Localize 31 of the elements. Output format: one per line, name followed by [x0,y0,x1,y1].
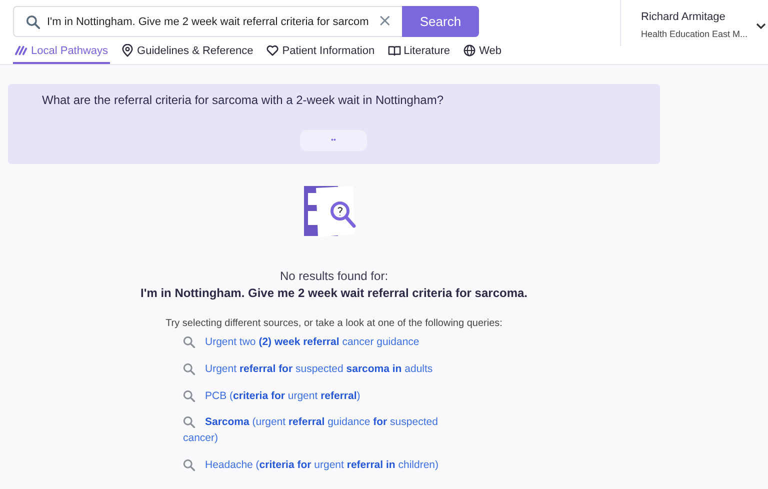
suggested-query-link[interactable]: Sarcoma (urgent referral guidance for suspected cancer) [183,415,458,447]
globe-icon [463,44,476,57]
user-organisation: Health Education East M... [641,29,748,39]
source-tab[interactable]: Literature [386,42,452,64]
search-icon [183,390,195,402]
logo-icon [15,44,28,57]
suggested-query-link[interactable]: Urgent two (2) week referral cancer guidance [183,335,458,351]
map-pin-icon [121,44,134,57]
question-text: What are the referral criteria for sarcoma with a 2-week wait in Nottingham? [42,93,444,107]
search-icon [183,362,195,375]
suggested-query-link[interactable]: Urgent referral for suspected sarcoma in adults [183,362,458,378]
search-icon [183,336,195,348]
book-icon [388,44,401,57]
search-icon [183,416,195,428]
source-tab[interactable]: Guidelines & Reference [119,42,256,64]
clear-button[interactable]: × [376,13,394,30]
source-tab[interactable]: Local Pathways [13,42,110,64]
search-button[interactable]: Search [402,6,479,37]
hint-text: Try selecting different sources, or take a look at one of the following queries: [166,318,502,329]
suggested-query-link[interactable]: Headache (criteria for urgent referral in children) [183,458,458,474]
search-icon [183,458,195,471]
no-results-heading: No results found for: [280,269,388,283]
source-tab[interactable]: Web [461,42,504,64]
query-text: I'm in Nottingham. Give me 2 week wait referral criteria for sarcoma. [140,286,528,300]
search-icon [26,14,40,28]
chevron-down-icon[interactable] [756,23,766,29]
heart-icon [266,44,280,57]
user-name: Richard Armitage [641,11,726,23]
suggested-query-link[interactable]: PCB (criteria for urgent referral) [183,388,458,404]
search-field[interactable]: I'm in Nottingham. Give me 2 week wait referral criteria for sarcom × [13,6,402,37]
source-tab[interactable]: Patient Information [264,42,377,64]
